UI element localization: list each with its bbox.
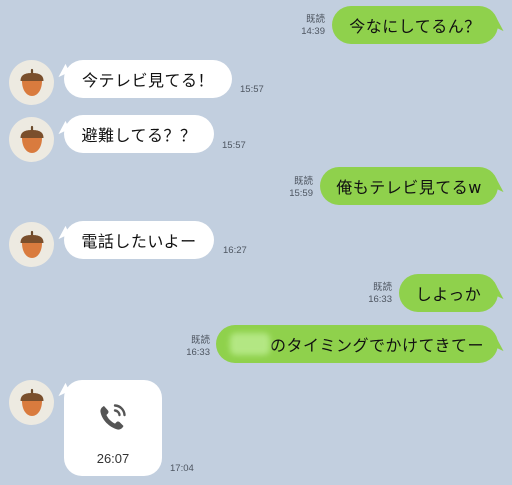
incoming-message-bubble[interactable]: 避難してる？？ bbox=[64, 115, 214, 153]
read-receipt: 既読 bbox=[190, 335, 210, 346]
outgoing-message-bubble[interactable]: しよっか bbox=[399, 274, 498, 312]
read-receipt: 既読 bbox=[293, 176, 313, 187]
message-text: 電話したいよー bbox=[81, 232, 197, 251]
acorn-icon bbox=[20, 68, 43, 96]
message-meta: 既読 16:33 bbox=[186, 335, 210, 359]
incoming-message-bubble[interactable]: 今テレビ見てる！ bbox=[64, 60, 232, 98]
voice-call-bubble[interactable]: 26:07 bbox=[64, 380, 162, 476]
message-time: 17:04 bbox=[170, 463, 194, 474]
message-time: 15:57 bbox=[222, 140, 246, 151]
message-text: 今なにしてるん？ bbox=[349, 17, 481, 36]
message-text: 今テレビ見てる！ bbox=[81, 71, 214, 90]
contact-avatar[interactable] bbox=[9, 60, 54, 105]
message-meta: 既読 14:39 bbox=[301, 14, 325, 38]
incoming-message-bubble[interactable]: 電話したいよー bbox=[64, 221, 214, 259]
acorn-icon bbox=[20, 230, 43, 258]
message-text: のタイミングでかけてきてー bbox=[270, 336, 485, 355]
message-time: 15:57 bbox=[240, 84, 264, 95]
message-time: 15:59 bbox=[289, 188, 313, 199]
redacted-text bbox=[230, 333, 270, 355]
message-text: 避難してる？？ bbox=[81, 126, 197, 145]
read-receipt: 既読 bbox=[372, 282, 392, 293]
acorn-icon bbox=[20, 388, 43, 416]
message-meta: 既読 16:33 bbox=[368, 282, 392, 306]
contact-avatar[interactable] bbox=[9, 380, 54, 425]
message-time: 16:33 bbox=[368, 294, 392, 305]
message-time: 16:33 bbox=[186, 347, 210, 358]
message-text: 俺もテレビ見てるw bbox=[336, 178, 482, 197]
contact-avatar[interactable] bbox=[9, 222, 54, 267]
contact-avatar[interactable] bbox=[9, 117, 54, 162]
read-receipt: 既読 bbox=[305, 14, 325, 25]
message-time: 16:27 bbox=[223, 245, 247, 256]
acorn-icon bbox=[20, 125, 43, 153]
phone-call-icon bbox=[100, 404, 126, 430]
message-meta: 既読 15:59 bbox=[289, 176, 313, 200]
message-text: しよっか bbox=[415, 285, 482, 304]
outgoing-message-bubble[interactable]: 今なにしてるん？ bbox=[332, 6, 498, 44]
message-time: 14:39 bbox=[301, 26, 325, 37]
outgoing-message-bubble[interactable]: のタイミングでかけてきてー bbox=[216, 325, 498, 363]
outgoing-message-bubble[interactable]: 俺もテレビ見てるw bbox=[320, 167, 498, 205]
call-duration: 26:07 bbox=[96, 451, 130, 466]
